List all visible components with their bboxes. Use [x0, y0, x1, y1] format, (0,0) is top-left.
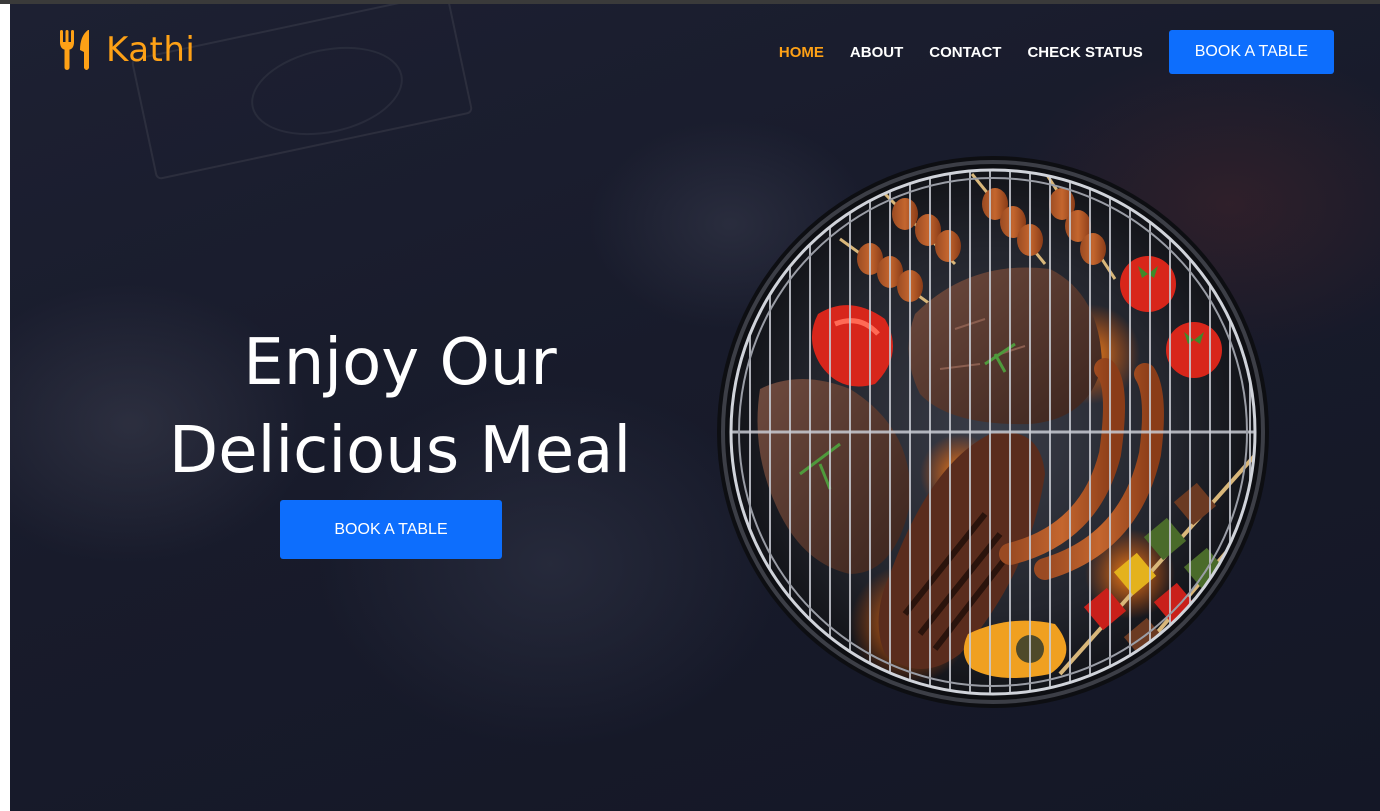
- brand-name: Kathi: [106, 30, 196, 70]
- nav-contact[interactable]: CONTACT: [929, 44, 1001, 61]
- main-nav: HOME ABOUT CONTACT CHECK STATUS BOOK A T…: [753, 30, 1334, 74]
- hero-section: Kathi HOME ABOUT CONTACT CHECK STATUS BO…: [10, 4, 1380, 811]
- nav-about[interactable]: ABOUT: [850, 44, 903, 61]
- brand-logo[interactable]: Kathi: [58, 28, 195, 72]
- headline-line-1: Enjoy Our: [243, 326, 557, 400]
- book-table-hero-button[interactable]: BOOK A TABLE: [280, 500, 502, 559]
- hero-headline: Enjoy Our Delicious Meal: [110, 319, 690, 495]
- book-table-nav-button[interactable]: BOOK A TABLE: [1168, 30, 1334, 74]
- grilled-bbq-image: [717, 156, 1269, 708]
- nav-check-status[interactable]: CHECK STATUS: [1027, 44, 1142, 61]
- utensils-icon: [60, 30, 89, 70]
- nav-home[interactable]: HOME: [779, 44, 824, 61]
- headline-line-2: Delicious Meal: [168, 414, 632, 488]
